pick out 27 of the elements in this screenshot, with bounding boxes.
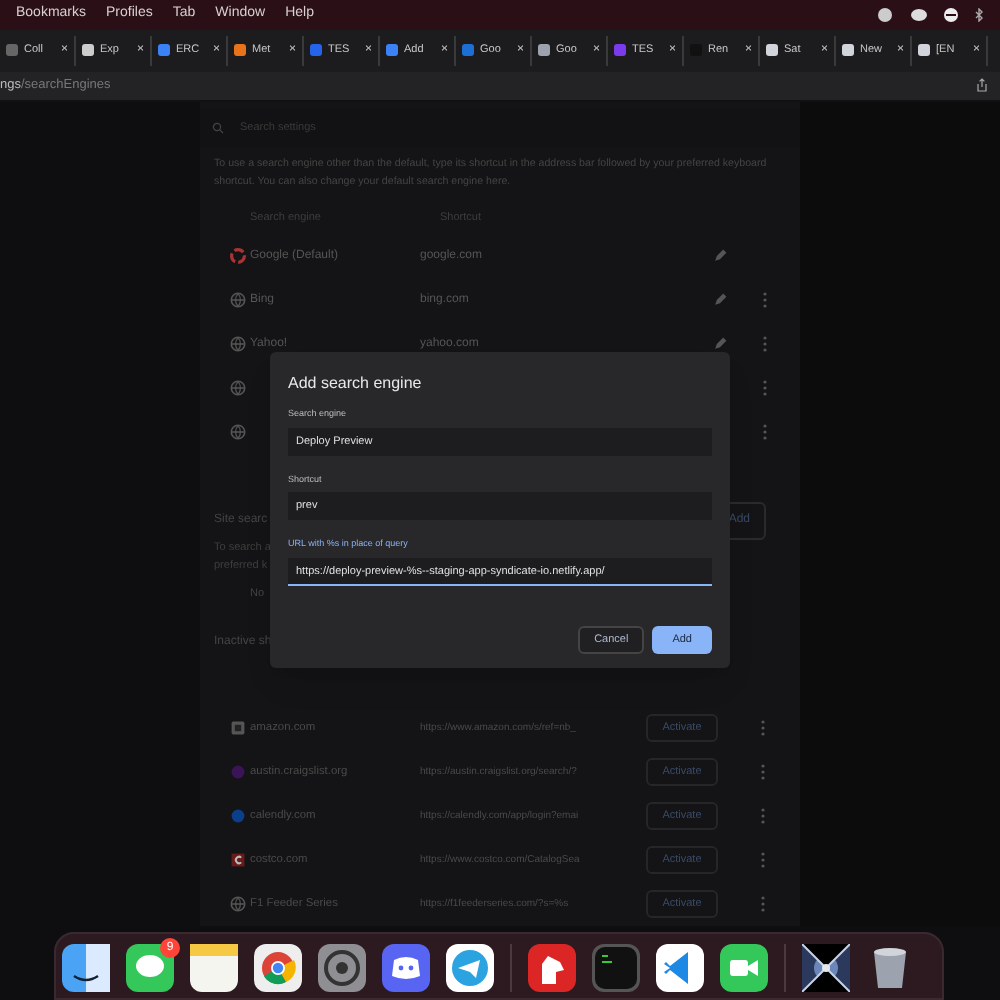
smiling-face-icon[interactable] <box>62 944 110 993</box>
pencil-icon[interactable] <box>712 248 728 265</box>
globe-icon <box>230 336 246 353</box>
globe-icon <box>230 292 246 309</box>
search-icon <box>212 121 224 134</box>
pencil-icon[interactable] <box>712 292 728 309</box>
globe-icon <box>230 380 246 397</box>
bag-icon <box>230 720 246 737</box>
code-icon[interactable] <box>656 944 704 993</box>
globe-icon <box>230 896 246 913</box>
gear-icon[interactable] <box>318 944 366 993</box>
notepad-icon[interactable] <box>190 944 238 993</box>
terminal-icon[interactable] <box>592 944 640 993</box>
chat-icon[interactable] <box>910 8 928 23</box>
share-icon[interactable] <box>976 78 988 93</box>
browser-icon[interactable] <box>254 944 302 993</box>
paper-plane-icon[interactable] <box>446 944 494 993</box>
letter-c-icon <box>230 852 246 869</box>
dialog-title: Add search engine <box>288 371 424 396</box>
bluetooth-icon[interactable] <box>974 8 984 23</box>
game-controller-icon[interactable] <box>382 944 430 993</box>
pencil-icon[interactable] <box>712 336 728 353</box>
cloud-icon[interactable] <box>876 8 894 23</box>
chat-bubble-icon[interactable] <box>126 944 174 993</box>
stop-icon[interactable] <box>944 8 958 23</box>
video-camera-icon[interactable] <box>720 944 768 993</box>
globe-icon <box>230 424 246 441</box>
